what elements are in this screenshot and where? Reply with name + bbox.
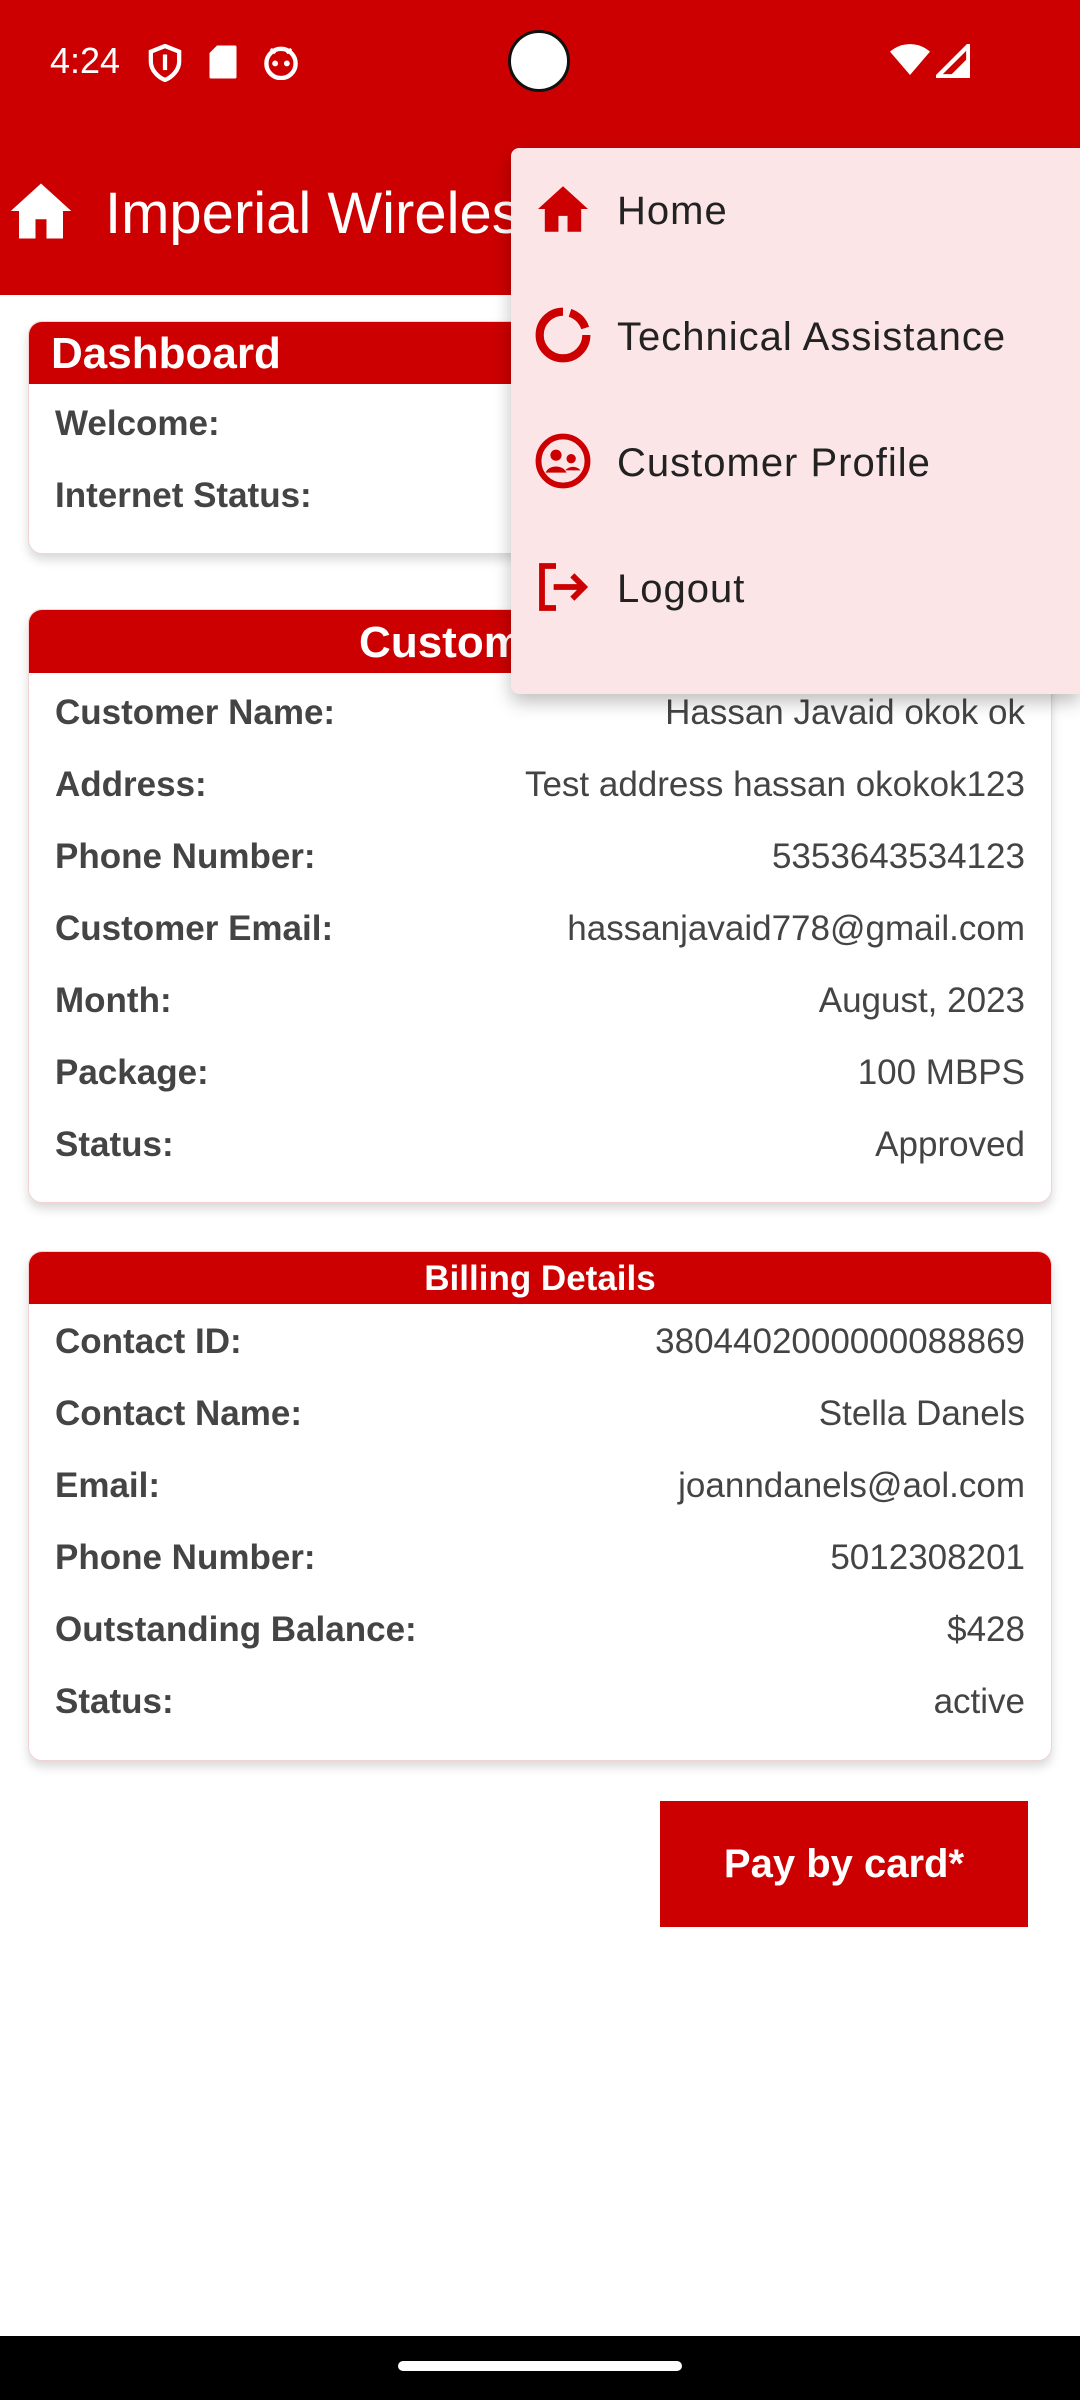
menu-item-technical-assistance[interactable]: Technical Assistance xyxy=(511,274,1080,400)
billing-details-title: Billing Details xyxy=(29,1252,1051,1304)
wifi-icon xyxy=(890,42,930,83)
billing-row: Email: joanndanels@aol.com xyxy=(29,1450,1051,1522)
customer-row: Status: Approved xyxy=(29,1109,1051,1181)
home-icon[interactable] xyxy=(8,180,74,247)
support-icon xyxy=(535,307,591,368)
billing-status-value: active xyxy=(933,1682,1025,1721)
status-value: Approved xyxy=(875,1125,1025,1164)
home-icon xyxy=(535,184,591,239)
billing-details-card: Billing Details Contact ID: 380440200000… xyxy=(28,1251,1052,1761)
overflow-menu: Home Technical Assistance Customer Profi… xyxy=(511,148,1080,694)
menu-item-customer-profile[interactable]: Customer Profile xyxy=(511,400,1080,526)
internet-status-label: Internet Status: xyxy=(55,476,312,515)
email-value: joanndanels@aol.com xyxy=(678,1466,1025,1505)
home-gesture-handle[interactable] xyxy=(398,2361,682,2371)
system-navigation-bar xyxy=(0,2336,1080,2400)
billing-phone-label: Phone Number: xyxy=(55,1538,316,1577)
status-bar: 4:24 xyxy=(0,0,1080,130)
contact-name-label: Contact Name: xyxy=(55,1394,302,1433)
status-time: 4:24 xyxy=(50,40,121,81)
customer-name-label: Customer Name: xyxy=(55,693,336,732)
customer-row: Month: August, 2023 xyxy=(29,965,1051,1037)
customer-email-value: hassanjavaid778@gmail.com xyxy=(567,909,1025,948)
customer-row: Phone Number: 5353643534123 xyxy=(29,821,1051,893)
android-icon xyxy=(262,44,300,85)
menu-item-home[interactable]: Home xyxy=(511,148,1080,274)
phone-number-label: Phone Number: xyxy=(55,837,316,876)
billing-row: Outstanding Balance: $428 xyxy=(29,1594,1051,1666)
menu-item-label: Technical Assistance xyxy=(617,314,1007,359)
outstanding-balance-value: $428 xyxy=(947,1610,1025,1649)
outstanding-balance-label: Outstanding Balance: xyxy=(55,1610,417,1649)
package-value: 100 MBPS xyxy=(857,1053,1025,1092)
contact-id-value: 3804402000000088869 xyxy=(655,1322,1025,1361)
camera-cutout xyxy=(508,30,570,92)
address-label: Address: xyxy=(55,765,207,804)
profile-icon xyxy=(535,433,591,494)
customer-row: Customer Email: hassanjavaid778@gmail.co… xyxy=(29,893,1051,965)
status-label: Status: xyxy=(55,1125,174,1164)
sd-card-icon xyxy=(208,44,238,85)
customer-details-card: Customer Details Customer Name: Hassan J… xyxy=(28,609,1052,1203)
email-label: Email: xyxy=(55,1466,161,1505)
menu-item-label: Home xyxy=(617,188,728,233)
pay-by-card-button[interactable]: Pay by card* xyxy=(660,1801,1028,1927)
menu-item-label: Logout xyxy=(617,566,746,611)
customer-row: Package: 100 MBPS xyxy=(29,1037,1051,1109)
menu-item-logout[interactable]: Logout xyxy=(511,526,1080,652)
welcome-label: Welcome: xyxy=(55,404,220,443)
customer-email-label: Customer Email: xyxy=(55,909,334,948)
phone-number-value: 5353643534123 xyxy=(771,837,1025,876)
billing-row: Phone Number: 5012308201 xyxy=(29,1522,1051,1594)
address-value: Test address hassan okokok123 xyxy=(524,765,1025,804)
logout-icon xyxy=(535,561,591,618)
billing-row: Contact ID: 3804402000000088869 xyxy=(29,1306,1051,1378)
app-title: Imperial Wireless xyxy=(105,181,550,246)
customer-row: Address: Test address hassan okokok123 xyxy=(29,749,1051,821)
month-value: August, 2023 xyxy=(818,981,1025,1020)
menu-item-label: Customer Profile xyxy=(617,440,931,485)
contact-id-label: Contact ID: xyxy=(55,1322,242,1361)
signal-icon xyxy=(932,40,971,83)
billing-row: Contact Name: Stella Danels xyxy=(29,1378,1051,1450)
contact-name-value: Stella Danels xyxy=(818,1394,1025,1433)
billing-row: Status: active xyxy=(29,1666,1051,1738)
month-label: Month: xyxy=(55,981,172,1020)
billing-status-label: Status: xyxy=(55,1682,174,1721)
customer-name-value: Hassan Javaid okok ok xyxy=(665,693,1025,732)
billing-phone-value: 5012308201 xyxy=(830,1538,1025,1577)
package-label: Package: xyxy=(55,1053,209,1092)
shield-icon xyxy=(148,43,182,87)
